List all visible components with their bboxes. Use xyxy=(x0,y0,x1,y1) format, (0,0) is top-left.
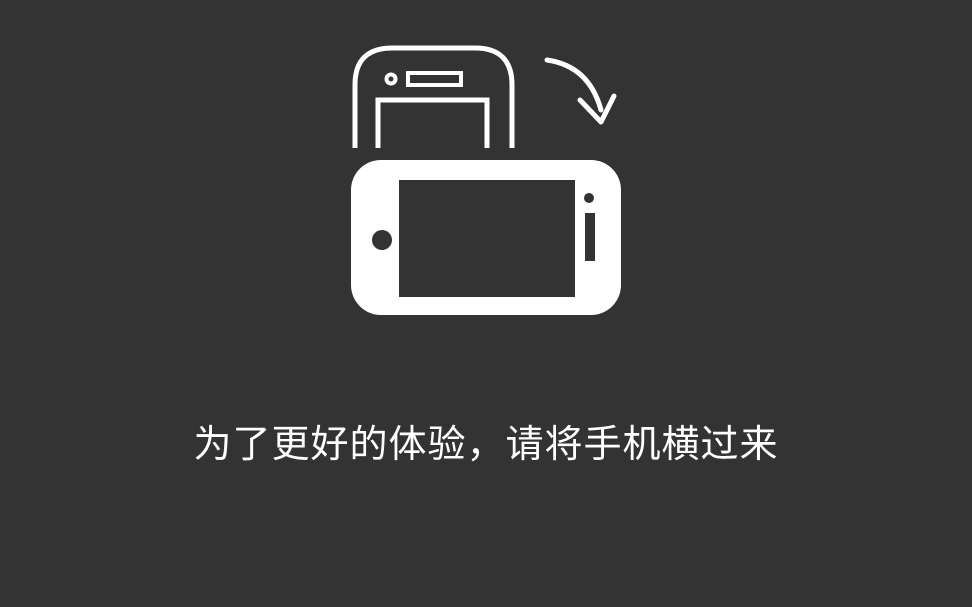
rotate-device-screen: 为了更好的体验，请将手机横过来 xyxy=(0,0,972,607)
rotate-device-message: 为了更好的体验，请将手机横过来 xyxy=(193,422,779,466)
portrait-phone-outline-icon xyxy=(352,45,515,148)
rotate-device-illustration xyxy=(351,45,621,315)
landscape-phone-icon xyxy=(351,160,621,315)
rotate-clockwise-arrow-icon xyxy=(544,57,617,125)
